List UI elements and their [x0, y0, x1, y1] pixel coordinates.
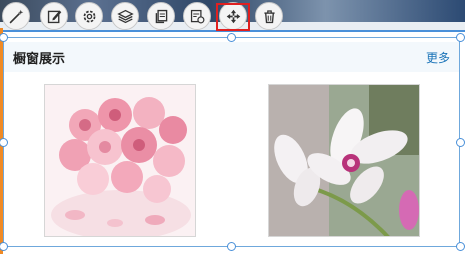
copy-icon — [155, 9, 167, 23]
settings-button[interactable] — [75, 2, 103, 30]
magic-wand-icon — [9, 9, 23, 23]
delete-button[interactable] — [255, 2, 283, 30]
resize-handle-bottom-left[interactable] — [0, 242, 8, 251]
more-link[interactable]: 更多 — [426, 49, 450, 66]
document-refresh-button[interactable] — [183, 2, 211, 30]
gear-icon — [83, 10, 95, 22]
resize-handle-bottom[interactable] — [227, 242, 236, 251]
edit-button[interactable] — [40, 2, 68, 30]
module-title: 橱窗展示 — [13, 52, 66, 67]
document-refresh-icon — [190, 9, 204, 23]
roses-picture — [45, 85, 195, 236]
orchid-picture — [269, 85, 419, 236]
resize-handle-bottom-right[interactable] — [456, 242, 465, 251]
resize-handle-top[interactable] — [227, 33, 236, 42]
active-tool-highlight — [216, 3, 250, 31]
gallery-image-orchid[interactable] — [268, 84, 420, 237]
magic-wand-button[interactable] — [2, 2, 30, 30]
layers-button[interactable] — [111, 2, 139, 30]
module-header — [4, 42, 459, 72]
edit-icon — [47, 10, 61, 23]
gallery-image-roses[interactable] — [44, 84, 196, 237]
resize-handle-top-right[interactable] — [456, 33, 465, 42]
copy-button[interactable] — [147, 2, 175, 30]
layers-icon — [116, 9, 134, 23]
trash-icon — [263, 9, 275, 23]
resize-handle-right[interactable] — [456, 138, 465, 147]
